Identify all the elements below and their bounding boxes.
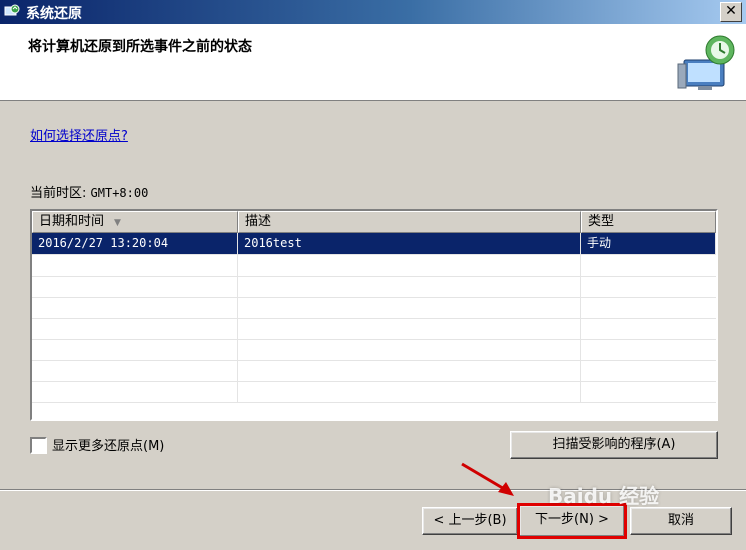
empty-row xyxy=(32,318,716,340)
sort-down-icon: ▼ xyxy=(114,218,121,228)
column-header-datetime[interactable]: 日期和时间 ▼ xyxy=(32,211,238,233)
restore-points-list[interactable]: 日期和时间 ▼ 描述 类型 2016/2/27 13:20:04 2016test… xyxy=(30,209,718,421)
empty-row xyxy=(32,297,716,319)
computer-restore-icon xyxy=(677,35,735,90)
cell-description: 2016test xyxy=(238,233,581,254)
timezone-caption: 当前时区: xyxy=(30,186,87,201)
close-button[interactable]: ✕ xyxy=(720,2,742,22)
red-arrow-annotation xyxy=(461,462,514,496)
system-restore-icon xyxy=(4,4,20,16)
empty-row xyxy=(32,381,716,403)
page-title: 将计算机还原到所选事件之前的状态 xyxy=(28,39,252,55)
wizard-header: 将计算机还原到所选事件之前的状态 xyxy=(0,24,746,101)
show-more-label[interactable]: 显示更多还原点(M) xyxy=(52,435,164,454)
help-link[interactable]: 如何选择还原点? xyxy=(30,125,128,144)
table-row[interactable]: 2016/2/27 13:20:04 2016test 手动 xyxy=(32,233,716,255)
timezone-value: GMT+8:00 xyxy=(90,186,149,200)
window-title: 系统还原 xyxy=(26,6,82,22)
list-header: 日期和时间 ▼ 描述 类型 xyxy=(32,211,716,233)
scan-affected-programs-button[interactable]: 扫描受影响的程序(A) xyxy=(510,431,718,459)
next-button[interactable]: 下一步(N) > xyxy=(517,503,627,539)
column-header-description[interactable]: 描述 xyxy=(238,211,581,233)
empty-row xyxy=(32,276,716,298)
cancel-button[interactable]: 取消 xyxy=(630,507,732,535)
timezone-label: 当前时区: GMT+8:00 xyxy=(30,182,148,201)
empty-row xyxy=(32,339,716,361)
show-more-checkbox[interactable] xyxy=(30,437,47,454)
empty-row xyxy=(32,360,716,382)
cell-datetime: 2016/2/27 13:20:04 xyxy=(32,233,238,254)
baidu-watermark: Baidu 经验 xyxy=(548,484,660,508)
column-label-datetime: 日期和时间 xyxy=(39,214,105,229)
empty-row xyxy=(32,255,716,277)
back-button[interactable]: < 上一步(B) xyxy=(422,507,518,535)
cell-type: 手动 xyxy=(581,233,716,254)
title-bar: 系统还原 ✕ xyxy=(0,0,746,24)
column-header-type[interactable]: 类型 xyxy=(581,211,716,233)
